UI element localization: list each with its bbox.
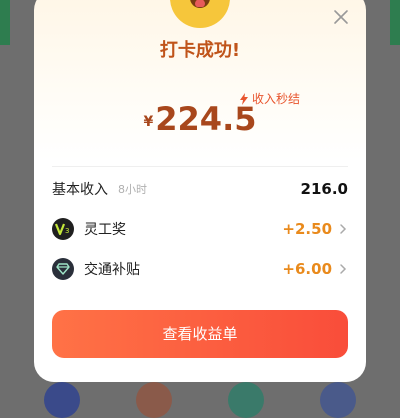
row-label: 交通补贴 — [84, 262, 140, 278]
row-gig-bonus[interactable]: 3 灵工奖 +2.50 — [52, 217, 348, 241]
row-label: 灵工奖 — [84, 222, 126, 238]
background-strip-left — [0, 0, 10, 45]
total-amount: ¥224.5 — [34, 100, 366, 138]
v3-badge-icon: 3 — [52, 218, 74, 240]
chevron-right-icon — [340, 224, 347, 234]
row-basic-income: 基本收入 8小时 216.0 — [52, 177, 348, 201]
row-value: 216.0 — [300, 180, 348, 198]
bottom-app-circle — [44, 382, 80, 418]
divider — [52, 166, 348, 167]
bottom-app-circle — [228, 382, 264, 418]
row-value: +6.00 — [282, 260, 332, 278]
view-income-button[interactable]: 查看收益单 — [52, 310, 348, 358]
row-transport-subsidy[interactable]: 交通补贴 +6.00 — [52, 257, 348, 281]
dialog-title: 打卡成功! — [159, 40, 241, 61]
background-strip-right — [390, 0, 400, 45]
row-label: 基本收入 — [52, 182, 108, 198]
bottom-app-circle — [320, 382, 356, 418]
amount-value: 224.5 — [155, 100, 257, 138]
row-sub: 8小时 — [118, 183, 147, 196]
currency-symbol: ¥ — [143, 114, 154, 130]
svg-text:3: 3 — [65, 227, 69, 235]
checkin-success-dialog: 打卡成功! 收入秒结 ¥224.5 基本收入 8小时 216.0 3 灵工奖 +… — [34, 0, 366, 382]
row-value: +2.50 — [282, 220, 332, 238]
emoji-icon — [170, 0, 230, 28]
diamond-icon — [52, 258, 74, 280]
close-icon[interactable] — [332, 8, 350, 26]
bottom-app-circle — [136, 382, 172, 418]
chevron-right-icon — [340, 264, 347, 274]
